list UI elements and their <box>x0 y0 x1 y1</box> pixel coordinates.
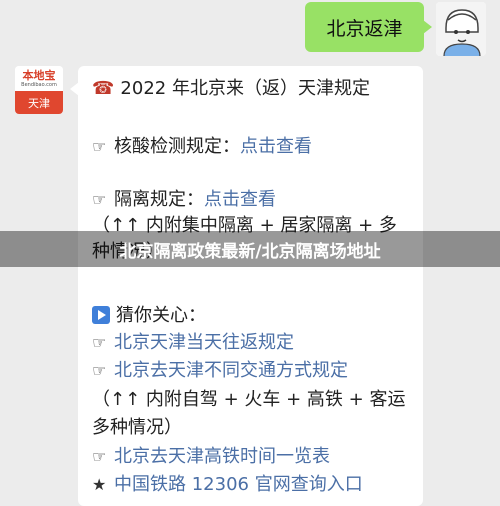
same-day-row: ☞ 北京天津当天往返规定 <box>92 332 294 354</box>
message-title-row: ☎ 2022 年北京来（返）天津规定 <box>92 78 370 100</box>
train-timetable-row: ☞ 北京去天津高铁时间一览表 <box>92 446 330 468</box>
pointing-hand-icon: ☞ <box>92 447 107 466</box>
logo-url: Bendibao.com <box>21 81 57 88</box>
pointing-hand-icon: ☞ <box>92 333 107 352</box>
train-timetable-link[interactable]: 北京去天津高铁时间一览表 <box>114 446 330 467</box>
caption-text: 北京隔离政策最新/北京隔离场地址 <box>119 241 381 262</box>
my-message-text: 北京返津 <box>326 17 403 40</box>
guess-label: 猜你关心： <box>116 305 206 326</box>
cartoon-avatar-icon <box>436 2 486 56</box>
transport-note-line2: 多种情况） <box>92 417 182 438</box>
pointing-hand-icon: ☞ <box>92 137 107 156</box>
quarantine-row: ☞ 隔离规定：点击查看 <box>92 189 276 211</box>
nucleic-test-row: ☞ 核酸检测规定：点击查看 <box>92 136 312 158</box>
transport-note-line1: （↑↑ 内附自驾 + 火车 + 高铁 + 客运 <box>92 389 406 410</box>
telephone-icon: ☎ <box>92 78 115 99</box>
city-label: 天津 <box>15 91 63 114</box>
transport-link[interactable]: 北京去天津不同交通方式规定 <box>114 360 348 381</box>
star-icon: ★ <box>92 475 107 494</box>
message-title: 2022 年北京来（返）天津规定 <box>120 78 370 99</box>
railway-12306-row: ★ 中国铁路 12306 官网查询入口 <box>92 474 363 496</box>
my-message-bubble[interactable]: 北京返津 <box>305 2 432 52</box>
pointing-hand-icon: ☞ <box>92 190 107 209</box>
logo-text: 本地宝 <box>22 68 56 82</box>
railway-12306-link[interactable]: 中国铁路 12306 官网查询入口 <box>114 474 363 495</box>
bendibao-avatar[interactable]: 本地宝 Bendibao.com 天津 <box>15 66 63 114</box>
bot-message-bubble: ☎ 2022 年北京来（返）天津规定 ☞ 核酸检测规定：点击查看 ☞ 隔离规定：点击查… <box>70 66 423 506</box>
nucleic-test-label: 核酸检测规定： <box>114 136 240 157</box>
quarantine-link[interactable]: 点击查看 <box>204 189 276 210</box>
caption-overlay: 北京隔离政策最新/北京隔离场地址 <box>0 231 500 267</box>
bendibao-logo: 本地宝 Bendibao.com <box>15 66 63 91</box>
quarantine-label: 隔离规定： <box>114 189 204 210</box>
nucleic-test-link[interactable]: 点击查看 <box>240 136 312 157</box>
transport-row: ☞ 北京去天津不同交通方式规定 <box>92 360 348 382</box>
play-icon <box>92 306 110 324</box>
my-avatar[interactable] <box>436 2 486 56</box>
guess-row: 猜你关心： <box>92 305 206 327</box>
same-day-link[interactable]: 北京天津当天往返规定 <box>114 332 294 353</box>
pointing-hand-icon: ☞ <box>92 361 107 380</box>
